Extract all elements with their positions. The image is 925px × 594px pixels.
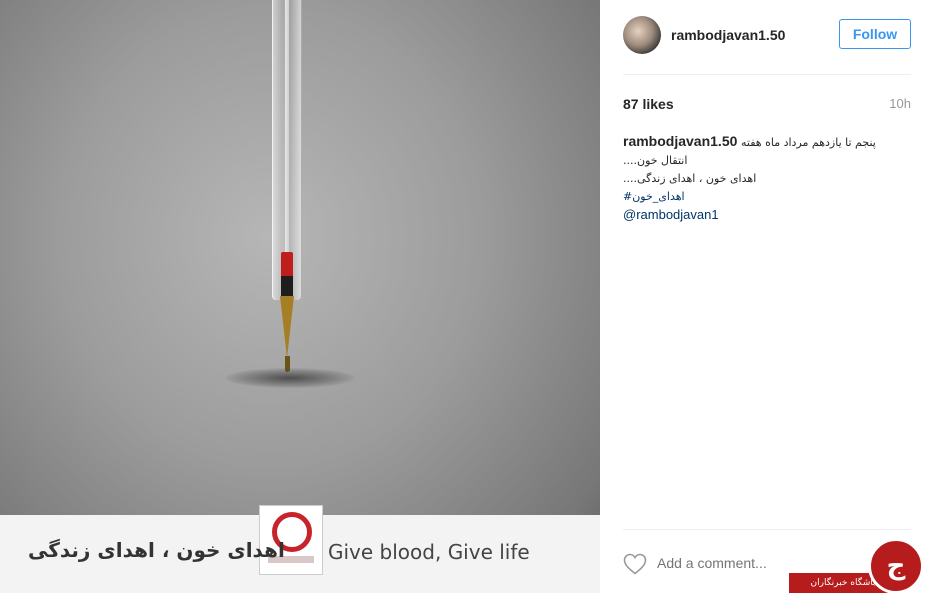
username-link[interactable]: rambodjavan1.50 (671, 27, 785, 43)
caption-line2: ....انتقال خون (623, 154, 688, 167)
caption-mention[interactable]: @rambodjavan1 (623, 206, 911, 224)
pen-shadow (225, 368, 355, 388)
post-time[interactable]: 10h (889, 96, 911, 111)
caption-hashtag[interactable]: #اهدای_خون (623, 188, 911, 206)
post-sidebar (600, 0, 925, 593)
watermark-logo-icon: ج (868, 538, 924, 594)
avatar[interactable] (623, 16, 661, 54)
banner-text-persian: اهدای خون ، اهدای زندگی (28, 538, 285, 562)
post-caption: rambodjavan1.50 پنجم تا یازدهم مرداد ماه… (623, 132, 911, 224)
pen-red-ink (281, 252, 293, 278)
heart-icon[interactable] (623, 553, 647, 575)
pen-black-ink (281, 276, 293, 296)
divider (623, 74, 911, 75)
post-image[interactable]: اهدای خون ، اهدای زندگی Give blood, Give… (0, 0, 600, 593)
caption-line1: پنجم تا یازدهم مرداد ماه هفته (741, 136, 876, 149)
banner-text-english: Give blood, Give life (328, 540, 530, 564)
divider (623, 529, 911, 530)
comment-input[interactable] (657, 555, 857, 571)
caption-line3: ....اهدای خون ، اهدای زندگی (623, 172, 757, 185)
post-header: rambodjavan1.50 Follow (623, 14, 911, 56)
likes-count[interactable]: 87 likes (623, 96, 674, 112)
caption-username[interactable]: rambodjavan1.50 (623, 133, 737, 149)
pen-refill (285, 0, 289, 252)
instagram-post: اهدای خون ، اهدای زندگی Give blood, Give… (0, 0, 925, 594)
follow-button[interactable]: Follow (839, 19, 911, 49)
pen-tip (280, 296, 294, 358)
